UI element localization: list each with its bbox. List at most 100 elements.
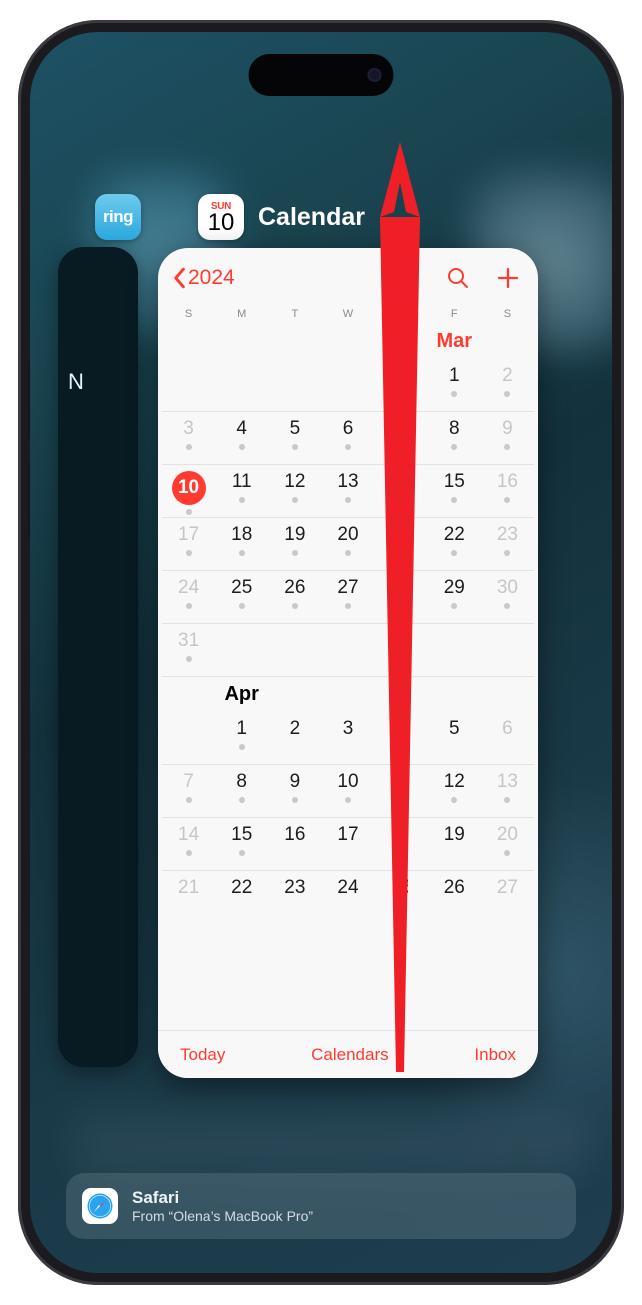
dow-label: T	[375, 308, 428, 320]
calendar-day-cell[interactable]: 15	[215, 818, 268, 870]
calendar-day-cell[interactable]: 17	[321, 818, 374, 870]
calendar-day-cell[interactable]: 29	[428, 571, 481, 623]
calendar-day-cell[interactable]: 16	[268, 818, 321, 870]
calendar-day-cell	[481, 624, 534, 676]
calendar-day-cell	[162, 359, 215, 411]
calendar-day-cell[interactable]: 31	[162, 624, 215, 676]
iphone-frame: N ring SUN 10 Calendar	[18, 20, 624, 1285]
calendar-day-cell[interactable]: 26	[428, 871, 481, 923]
handoff-banner[interactable]: Safari From “Olena’s MacBook Pro”	[66, 1173, 576, 1239]
calendar-day-cell[interactable]: 20	[321, 518, 374, 570]
calendar-day-cell[interactable]: 4	[215, 412, 268, 464]
ring-app-icon: ring	[95, 194, 141, 240]
calendar-day-cell[interactable]: 3	[162, 412, 215, 464]
app-switcher[interactable]: N ring SUN 10 Calendar	[30, 32, 612, 1273]
calendar-day-cell[interactable]: 16	[481, 465, 534, 517]
handoff-subtitle: From “Olena’s MacBook Pro”	[132, 1208, 313, 1225]
calendar-day-cell	[162, 712, 215, 764]
calendar-day-cell[interactable]	[375, 712, 428, 764]
search-icon[interactable]	[446, 266, 470, 290]
dow-label: W	[321, 308, 374, 320]
month-label: Mar	[428, 324, 481, 359]
calendar-day-cell[interactable]: 12	[268, 465, 321, 517]
dow-label: F	[428, 308, 481, 320]
dow-label: S	[481, 308, 534, 320]
calendar-day-cell[interactable]: 8	[428, 412, 481, 464]
calendar-app-icon: SUN 10	[198, 194, 244, 240]
calendar-day-cell[interactable]: 23	[268, 871, 321, 923]
calendar-day-cell[interactable]: 27	[481, 871, 534, 923]
app-card-ring[interactable]: N	[58, 247, 138, 1067]
calendar-nav-bar: 2024	[158, 248, 538, 308]
calendar-day-cell[interactable]: 30	[481, 571, 534, 623]
calendar-day-cell[interactable]: 22	[215, 871, 268, 923]
dow-label: M	[215, 308, 268, 320]
calendar-day-cell[interactable]: 18	[215, 518, 268, 570]
calendar-day-cell[interactable]: 3	[375, 571, 428, 623]
calendars-button[interactable]: Calendars	[311, 1045, 389, 1065]
calendar-day-cell	[321, 359, 374, 411]
calendar-day-cell[interactable]: 19	[428, 818, 481, 870]
calendar-day-cell[interactable]: 1	[428, 359, 481, 411]
calendar-day-cell[interactable]: 25	[375, 871, 428, 923]
back-year-button[interactable]: 2024	[172, 266, 235, 290]
calendar-day-cell[interactable]	[375, 518, 428, 570]
calendar-day-cell[interactable]: 3	[375, 818, 428, 870]
calendar-day-cell[interactable]: 23	[481, 518, 534, 570]
calendar-day-cell[interactable]: 1	[215, 712, 268, 764]
calendar-day-cell[interactable]: 5	[268, 412, 321, 464]
calendar-day-cell[interactable]: 2	[481, 359, 534, 411]
inbox-button[interactable]: Inbox	[474, 1045, 516, 1065]
screen: N ring SUN 10 Calendar	[30, 32, 612, 1273]
calendar-day-cell	[215, 624, 268, 676]
calendar-day-cell[interactable]: 25	[215, 571, 268, 623]
calendar-day-cell[interactable]: 17	[162, 518, 215, 570]
calendar-day-cell[interactable]	[375, 412, 428, 464]
calendar-day-cell	[375, 624, 428, 676]
calendar-day-cell	[428, 624, 481, 676]
calendar-day-cell[interactable]: 6	[481, 712, 534, 764]
calendar-day-cell[interactable]: 22	[428, 518, 481, 570]
calendar-day-cell[interactable]	[375, 765, 428, 817]
calendar-day-cell	[268, 624, 321, 676]
handoff-title: Safari	[132, 1188, 313, 1208]
calendar-day-cell[interactable]: 24	[321, 871, 374, 923]
calendar-day-cell[interactable]: 15	[428, 465, 481, 517]
calendar-day-cell[interactable]: 26	[268, 571, 321, 623]
calendar-months[interactable]: Mar1234568910111213151617181920222324252…	[158, 324, 538, 923]
calendar-day-cell[interactable]: 21	[162, 871, 215, 923]
calendar-day-cell[interactable]: 8	[215, 765, 268, 817]
app-header-ring: ring	[95, 194, 141, 240]
calendar-day-cell[interactable]: 5	[428, 712, 481, 764]
chevron-left-icon	[172, 267, 186, 289]
calendar-day-cell	[321, 624, 374, 676]
calendar-day-cell[interactable]: 13	[321, 465, 374, 517]
calendar-day-cell[interactable]: 11	[215, 465, 268, 517]
calendar-day-cell[interactable]	[375, 465, 428, 517]
calendar-day-cell	[215, 359, 268, 411]
today-button[interactable]: Today	[180, 1045, 225, 1065]
calendar-day-cell[interactable]: 7	[162, 765, 215, 817]
calendar-day-cell[interactable]: 13	[481, 765, 534, 817]
app-card-calendar[interactable]: 2024 SMTWTFS Mar12	[158, 248, 538, 1078]
calendar-day-cell[interactable]: 3	[321, 712, 374, 764]
calendar-day-cell[interactable]: 9	[268, 765, 321, 817]
calendar-app-label: Calendar	[258, 203, 365, 232]
calendar-day-cell[interactable]: 27	[321, 571, 374, 623]
calendar-day-cell[interactable]: 24	[162, 571, 215, 623]
calendar-day-cell[interactable]: 2	[268, 712, 321, 764]
calendar-day-cell[interactable]: 10	[321, 765, 374, 817]
calendar-day-cell[interactable]: 9	[481, 412, 534, 464]
list-view-icon[interactable]	[396, 266, 420, 290]
safari-icon	[82, 1188, 118, 1224]
calendar-day-cell[interactable]: 10	[162, 465, 215, 517]
calendar-day-cell[interactable]: 20	[481, 818, 534, 870]
calendar-day-cell[interactable]: 12	[428, 765, 481, 817]
calendar-day-cell[interactable]: 19	[268, 518, 321, 570]
add-event-icon[interactable]	[496, 266, 520, 290]
calendar-day-cell[interactable]: 6	[321, 412, 374, 464]
calendar-day-cell[interactable]: 14	[162, 818, 215, 870]
ring-card-edge-text: N	[68, 369, 84, 395]
dow-label: S	[162, 308, 215, 320]
calendar-day-cell	[268, 359, 321, 411]
